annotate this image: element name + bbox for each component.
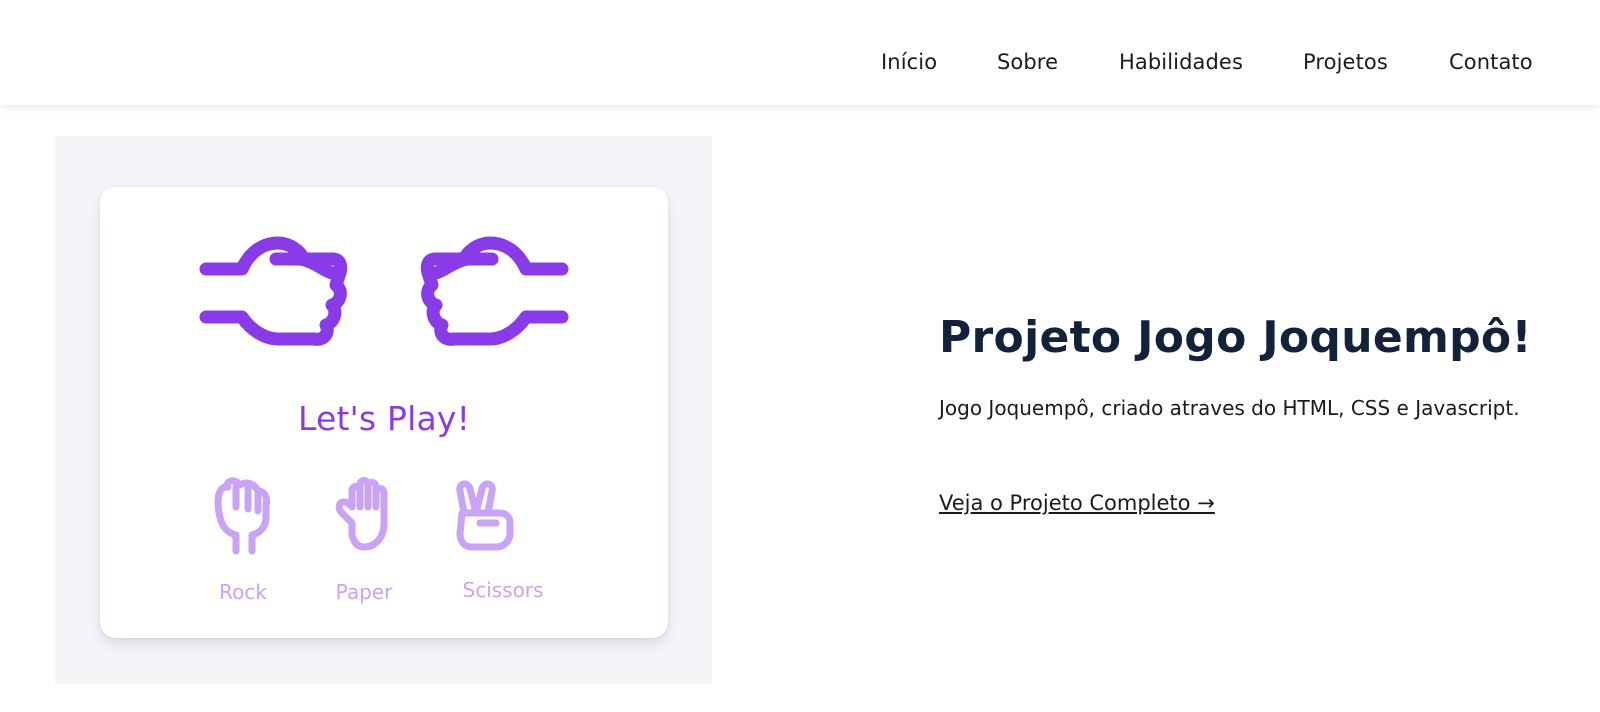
left-fist-icon	[199, 236, 348, 346]
navbar: Início Sobre Habilidades Projetos Contat…	[0, 0, 1600, 105]
rock-hand-icon[interactable]	[214, 477, 270, 555]
project-title: Projeto Jogo Joquempô!	[939, 312, 1532, 363]
choice-label-rock: Rock	[219, 580, 267, 604]
game-card: Let's Play! Rock Paper Scissors	[100, 187, 668, 638]
nav-link-projetos[interactable]: Projetos	[1303, 50, 1388, 74]
nav-link-contato[interactable]: Contato	[1449, 50, 1533, 74]
scissors-hand-icon[interactable]	[456, 480, 514, 551]
nav-link-sobre[interactable]: Sobre	[997, 50, 1058, 74]
nav-link-habilidades[interactable]: Habilidades	[1119, 50, 1243, 74]
project-description: Jogo Joquempô, criado atraves do HTML, C…	[939, 396, 1520, 420]
nav-link-inicio[interactable]: Início	[881, 50, 937, 74]
right-fist-icon	[420, 236, 569, 346]
choice-label-scissors: Scissors	[462, 578, 544, 602]
choice-label-paper: Paper	[335, 580, 393, 604]
project-preview-image: Let's Play! Rock Paper Scissors	[55, 136, 712, 684]
view-project-link[interactable]: Veja o Projeto Completo →	[939, 491, 1215, 515]
paper-hand-icon[interactable]	[335, 477, 388, 551]
game-heading: Let's Play!	[297, 399, 471, 438]
